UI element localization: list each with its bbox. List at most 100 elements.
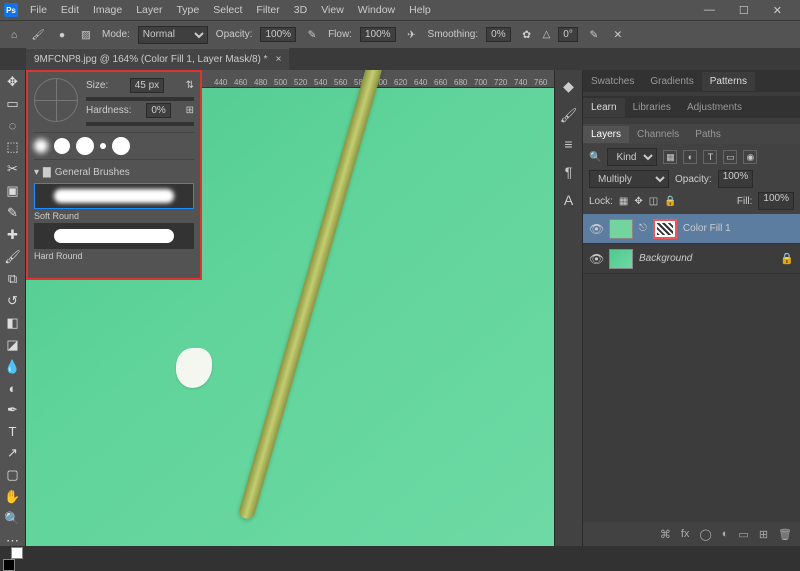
paragraph-panel-icon[interactable]: ¶ <box>565 164 573 180</box>
maximize-icon[interactable]: ☐ <box>733 2 755 19</box>
angle-value[interactable]: 0° <box>558 27 578 42</box>
symmetry-icon[interactable]: ✕ <box>610 27 626 43</box>
filter-pixel-icon[interactable]: ▦ <box>663 150 677 164</box>
brush-tip[interactable] <box>100 143 106 149</box>
menu-3d[interactable]: 3D <box>288 2 313 18</box>
brush-folder[interactable]: ▾ ▇ General Brushes <box>34 164 194 181</box>
brush-tool-icon[interactable]: 🖌 <box>30 27 46 43</box>
menu-select[interactable]: Select <box>207 2 248 18</box>
history-panel-icon[interactable]: ≡ <box>564 136 572 152</box>
dodge-tool-icon[interactable]: ◐ <box>3 381 23 396</box>
link-icon[interactable]: ⎋ <box>639 223 647 234</box>
smoothing-value[interactable]: 0% <box>486 27 510 42</box>
mode-select[interactable]: Normal <box>138 26 208 44</box>
menu-layer[interactable]: Layer <box>130 2 168 18</box>
pressure-opacity-icon[interactable]: ✎ <box>304 27 320 43</box>
close-icon[interactable]: ✕ <box>767 2 788 19</box>
layer-color-fill[interactable]: 👁 ⎋ Color Fill 1 <box>583 214 800 244</box>
brush-angle-preview[interactable] <box>34 78 78 122</box>
menu-window[interactable]: Window <box>352 2 401 18</box>
gradient-tool-icon[interactable]: ◪ <box>3 337 23 353</box>
adjustment-icon[interactable]: ◐ <box>722 528 729 540</box>
menu-filter[interactable]: Filter <box>250 2 285 18</box>
tab-paths[interactable]: Paths <box>687 126 729 143</box>
tab-adjustments[interactable]: Adjustments <box>679 98 750 117</box>
filter-text-icon[interactable]: T <box>703 150 717 164</box>
brush-tip[interactable] <box>34 139 48 153</box>
layer-background[interactable]: 👁 Background 🔒 <box>583 244 800 274</box>
pen-tool-icon[interactable]: ✒ <box>3 402 23 418</box>
group-icon[interactable]: ▭ <box>738 528 748 541</box>
new-preset-icon[interactable]: ⊞ <box>186 105 194 116</box>
brush-preset-icon[interactable]: ● <box>54 27 70 43</box>
brush-tip[interactable] <box>76 137 94 155</box>
brush-tip[interactable] <box>112 137 130 155</box>
background-swatch[interactable] <box>11 547 23 559</box>
lock-pixels-icon[interactable]: ▦ <box>619 196 628 207</box>
brush-tool-icon[interactable]: 🖌 <box>3 249 23 265</box>
menu-file[interactable]: File <box>24 2 53 18</box>
path-tool-icon[interactable]: ↗ <box>3 445 23 461</box>
color-panel-icon[interactable]: ◆ <box>563 78 574 95</box>
filter-smart-icon[interactable]: ◉ <box>743 150 757 164</box>
tab-libraries[interactable]: Libraries <box>625 98 679 117</box>
eyedropper-tool-icon[interactable]: ✎ <box>3 205 23 221</box>
move-tool-icon[interactable]: ✥ <box>3 74 23 90</box>
hardness-value[interactable]: 0% <box>146 103 170 118</box>
filter-adjust-icon[interactable]: ◐ <box>683 150 697 164</box>
menu-type[interactable]: Type <box>170 2 205 18</box>
tab-gradients[interactable]: Gradients <box>642 72 701 91</box>
blur-tool-icon[interactable]: 💧 <box>3 359 23 375</box>
new-layer-icon[interactable]: ⊞ <box>759 528 768 541</box>
lock-icon[interactable]: 🔒 <box>780 252 794 265</box>
trash-icon[interactable]: 🗑 <box>778 528 792 541</box>
tab-swatches[interactable]: Swatches <box>583 72 642 91</box>
fx-icon[interactable]: fx <box>681 528 690 540</box>
tab-channels[interactable]: Channels <box>629 126 687 143</box>
kind-select[interactable]: Kind <box>607 148 657 166</box>
layer-mask-thumbnail[interactable] <box>653 219 677 239</box>
pressure-size-icon[interactable]: ✎ <box>586 27 602 43</box>
tab-patterns[interactable]: Patterns <box>702 72 755 91</box>
filter-shape-icon[interactable]: ▭ <box>723 150 737 164</box>
lock-position-icon[interactable]: ✥ <box>634 196 642 207</box>
frame-tool-icon[interactable]: ▣ <box>3 183 23 199</box>
mask-icon[interactable]: ◯ <box>699 528 711 541</box>
menu-edit[interactable]: Edit <box>55 2 85 18</box>
visibility-icon[interactable]: 👁 <box>589 252 603 266</box>
layer-thumbnail[interactable] <box>609 219 633 239</box>
search-icon[interactable]: 🔍 <box>589 152 601 163</box>
visibility-icon[interactable]: 👁 <box>589 222 603 236</box>
size-slider[interactable] <box>86 97 194 101</box>
menu-view[interactable]: View <box>315 2 350 18</box>
tab-layers[interactable]: Layers <box>583 126 629 143</box>
blend-mode-select[interactable]: Multiply <box>589 170 669 188</box>
character-panel-icon[interactable]: A <box>564 192 573 208</box>
brush-preset-hard[interactable] <box>34 223 194 249</box>
marquee-tool-icon[interactable]: ▭ <box>3 96 23 112</box>
hand-tool-icon[interactable]: ✋ <box>3 489 23 505</box>
history-brush-icon[interactable]: ↺ <box>3 293 23 309</box>
eraser-tool-icon[interactable]: ◧ <box>3 315 23 331</box>
stamp-tool-icon[interactable]: ⧉ <box>3 271 23 287</box>
heal-tool-icon[interactable]: ✚ <box>3 227 23 243</box>
size-value[interactable]: 45 px <box>130 78 164 93</box>
link-layers-icon[interactable]: ⌘ <box>660 528 671 541</box>
brushes-panel-icon[interactable]: 🖌 <box>560 107 578 124</box>
gear-icon[interactable]: ✿ <box>519 27 535 43</box>
layer-opacity-value[interactable]: 100% <box>718 170 754 188</box>
menu-help[interactable]: Help <box>403 2 437 18</box>
brush-preset-soft[interactable] <box>34 183 194 209</box>
brush-tip[interactable] <box>54 138 70 154</box>
lock-all-icon[interactable]: 🔒 <box>664 196 676 207</box>
shape-tool-icon[interactable]: ▢ <box>3 467 23 483</box>
tab-learn[interactable]: Learn <box>583 98 625 117</box>
foreground-swatch[interactable] <box>3 559 15 571</box>
fill-value[interactable]: 100% <box>758 192 794 210</box>
crop-tool-icon[interactable]: ✂ <box>3 161 23 177</box>
wand-tool-icon[interactable]: ⬚ <box>3 139 23 155</box>
layer-thumbnail[interactable] <box>609 249 633 269</box>
flow-value[interactable]: 100% <box>360 27 396 42</box>
opacity-value[interactable]: 100% <box>260 27 296 42</box>
minimize-icon[interactable]: — <box>698 2 721 19</box>
